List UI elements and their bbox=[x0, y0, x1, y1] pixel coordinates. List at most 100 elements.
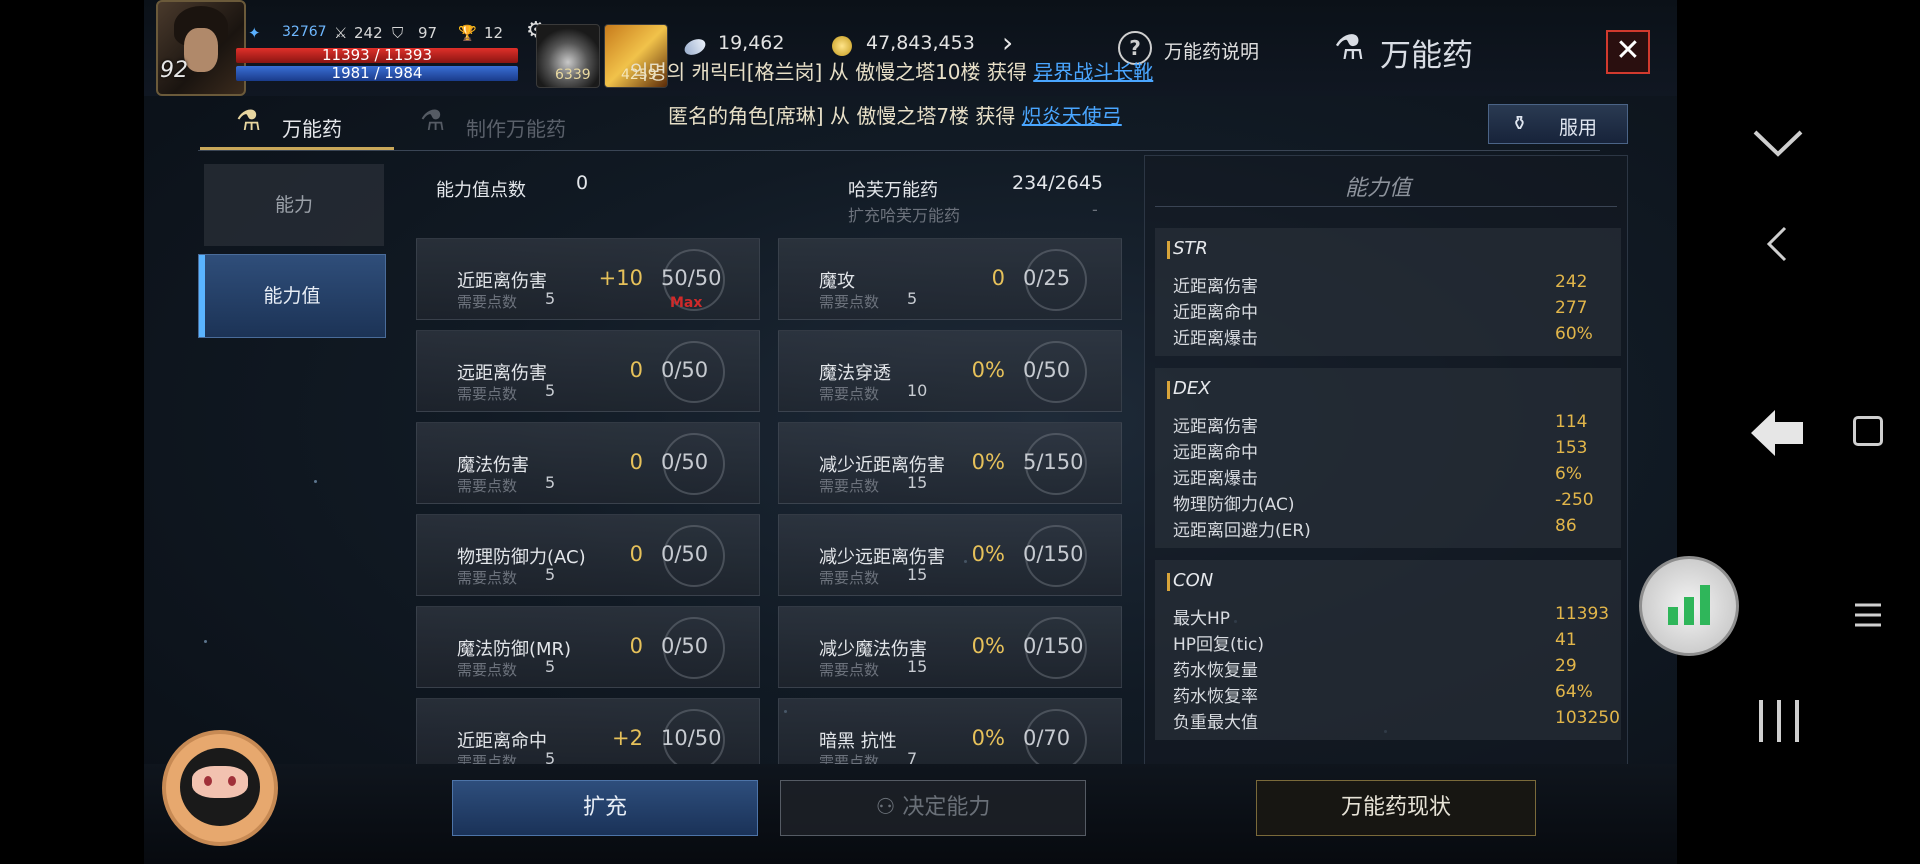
left_cells-cell[interactable]: 魔法防御(MR) 需要点数 5 0 0/50 bbox=[416, 606, 760, 688]
octocat-mascot[interactable] bbox=[162, 730, 278, 846]
player-trophy: 12 bbox=[484, 24, 504, 42]
recents-icon[interactable] bbox=[1755, 696, 1803, 746]
req-label: 需要点数 bbox=[819, 569, 880, 587]
stat-progress: 0/70 bbox=[1023, 726, 1071, 750]
tab-craft-elixir[interactable]: 制作万能药 bbox=[466, 113, 566, 142]
stat-row-label: 药水恢复量 bbox=[1173, 661, 1258, 681]
stat-bonus: 0 bbox=[629, 450, 643, 474]
req-points: 15 bbox=[907, 657, 928, 676]
take-button-label: 服用 bbox=[1559, 117, 1598, 139]
stat-bonus: 0% bbox=[971, 358, 1005, 382]
potion-slot[interactable]: 6339 bbox=[536, 24, 600, 88]
right_cells-cell[interactable]: 减少远距离伤害 需要点数 15 0% 0/150 bbox=[778, 514, 1122, 596]
tab-elixir[interactable]: 万能药 bbox=[282, 113, 342, 142]
mascot-eye-left bbox=[204, 776, 212, 786]
stat-row-value: 6% bbox=[1555, 464, 1582, 484]
stat-row-value: 29 bbox=[1555, 656, 1577, 676]
left_cells-cell[interactable]: 远距离伤害 需要点数 5 0 0/50 bbox=[416, 330, 760, 412]
stat-name: 近距离伤害 bbox=[457, 271, 547, 292]
stat-name: 远距离伤害 bbox=[457, 363, 547, 384]
stat-row-value: 103250 bbox=[1555, 708, 1620, 728]
signal-bar-2 bbox=[1684, 597, 1694, 625]
stat-bonus: +2 bbox=[612, 726, 643, 750]
stat-row-value: 114 bbox=[1555, 412, 1588, 432]
stat-bonus: 0 bbox=[629, 634, 643, 658]
right_cells-cell[interactable]: 减少近距离伤害 需要点数 15 0% 5/150 bbox=[778, 422, 1122, 504]
left_cells-cell[interactable]: 近距离伤害 需要点数 5 +10 50/50 Max bbox=[416, 238, 760, 320]
stat-progress: 0/150 bbox=[1023, 542, 1084, 566]
elixir-value: 234/2645 bbox=[1012, 172, 1104, 194]
expand-elixir-label: 扩充哈芙万能药 bbox=[848, 206, 961, 225]
right_cells-cell[interactable]: 减少魔法伤害 需要点数 15 0% 0/150 bbox=[778, 606, 1122, 688]
gem-amount: 19,462 bbox=[718, 32, 785, 54]
gold-amount: 47,843,453 bbox=[866, 32, 975, 54]
sidenav-ability-value[interactable]: 能力值 bbox=[198, 254, 386, 338]
stat-bonus: 0 bbox=[991, 266, 1005, 290]
take-button[interactable]: ⚱ 服用 bbox=[1488, 104, 1628, 144]
trophy-icon: 🏆 bbox=[458, 24, 477, 42]
stat-row-label: 远距离伤害 bbox=[1173, 417, 1258, 437]
chevron-right-icon[interactable]: › bbox=[1002, 26, 1013, 59]
stat-row-label: 近距离命中 bbox=[1173, 303, 1258, 323]
signal-bars-icon[interactable] bbox=[1639, 556, 1739, 656]
close-button[interactable]: ✕ bbox=[1606, 30, 1650, 74]
marquee-2-item[interactable]: 炽炎天使弓 bbox=[1022, 104, 1122, 128]
sidenav-active-marker bbox=[199, 255, 205, 337]
stat-bonus: 0% bbox=[971, 542, 1005, 566]
left_cells-cell[interactable]: 物理防御力(AC) 需要点数 5 0 0/50 bbox=[416, 514, 760, 596]
left_cells-cell[interactable]: 魔法伤害 需要点数 5 0 0/50 bbox=[416, 422, 760, 504]
stat-bonus: 0% bbox=[971, 634, 1005, 658]
stat-row-value: 242 bbox=[1555, 272, 1588, 292]
mascot-eye-right bbox=[228, 776, 236, 786]
mp-value: 1981 / 1984 bbox=[331, 64, 423, 82]
right_cells-cell[interactable]: 魔法穿透 需要点数 10 0% 0/50 bbox=[778, 330, 1122, 412]
sidenav-ability[interactable]: 能力 bbox=[204, 164, 384, 246]
stat-bonus: 0% bbox=[971, 450, 1005, 474]
home-icon[interactable] bbox=[1853, 416, 1883, 446]
stat-row-label: 物理防御力(AC) bbox=[1173, 495, 1295, 515]
back-icon[interactable] bbox=[1763, 224, 1791, 264]
req-points: 5 bbox=[545, 381, 556, 400]
marquee-1-item[interactable]: 异界战斗长靴 bbox=[1033, 60, 1153, 84]
stat-row-label: HP回复(tic) bbox=[1173, 635, 1265, 655]
stats-panel-title: 能力值 bbox=[1345, 176, 1412, 201]
stat-bonus: +10 bbox=[598, 266, 643, 290]
stat-progress: 0/50 bbox=[661, 450, 709, 474]
elixir-tab-icon: ⚗ bbox=[236, 104, 262, 137]
elixir-status-button[interactable]: 万能药现状 bbox=[1256, 780, 1536, 836]
sword-icon: ⚔ bbox=[334, 24, 348, 42]
req-label: 需要点数 bbox=[457, 385, 518, 403]
hp-bar: 11393 / 11393 bbox=[236, 48, 518, 63]
stat-row-value: 153 bbox=[1555, 438, 1588, 458]
req-label: 需要点数 bbox=[819, 477, 880, 495]
expand-button[interactable]: 扩充 bbox=[452, 780, 758, 836]
chevron-down-icon[interactable] bbox=[1751, 126, 1805, 160]
decide-ability-button[interactable]: ⚇ 决定能力 bbox=[780, 780, 1086, 836]
mp-bar: 1981 / 1984 bbox=[236, 66, 518, 81]
stats-section: DEX 远距离伤害 114 远距离命中 153 远距离爆击 6% 物理防御力(AC) -250 远… bbox=[1155, 368, 1621, 548]
stat-row-value: 60% bbox=[1555, 324, 1593, 344]
signal-bar-1 bbox=[1668, 607, 1678, 625]
gold-coin-icon bbox=[832, 36, 852, 56]
req-label: 需要点数 bbox=[457, 293, 518, 311]
stat-row-value: 277 bbox=[1555, 298, 1588, 318]
stat-row-label: 近距离爆击 bbox=[1173, 329, 1258, 349]
sidenav-ability-value-label: 能力值 bbox=[263, 285, 321, 307]
expand-elixir-value: - bbox=[1092, 200, 1098, 219]
req-points: 5 bbox=[545, 657, 556, 676]
marquee-line-1: 익명의 캐릭터[格兰岗] 从 傲慢之塔10楼 获得 异界战斗长靴 bbox=[630, 56, 1153, 85]
stat-progress: 0/50 bbox=[1023, 358, 1071, 382]
req-points: 5 bbox=[545, 473, 556, 492]
points-label: 能力值点数 bbox=[436, 180, 526, 201]
stat-row-label: 负重最大值 bbox=[1173, 713, 1258, 733]
mascot-face bbox=[192, 766, 248, 798]
stat-row-label: 远距离回避力(ER) bbox=[1173, 521, 1311, 541]
req-label: 需要点数 bbox=[457, 477, 518, 495]
stat-name: 物理防御力(AC) bbox=[457, 547, 586, 568]
stat-progress: 5/150 bbox=[1023, 450, 1084, 474]
marquee-1-text: 익명의 캐릭터[格兰岗] 从 傲慢之塔10楼 获得 bbox=[630, 60, 1027, 84]
user-icon: ⚇ bbox=[875, 795, 903, 820]
right_cells-cell[interactable]: 魔攻 需要点数 5 0 0/25 bbox=[778, 238, 1122, 320]
menu-icon[interactable] bbox=[1853, 600, 1883, 630]
help-label[interactable]: 万能药说明 bbox=[1164, 37, 1259, 64]
